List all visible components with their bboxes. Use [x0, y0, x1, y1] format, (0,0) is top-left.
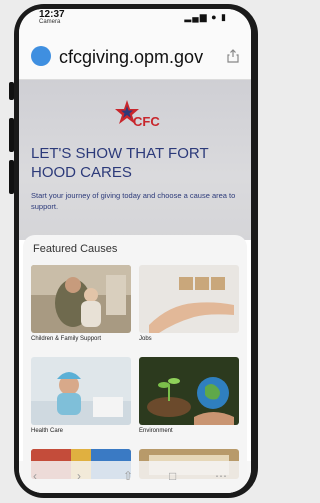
cause-label: Environment: [139, 428, 173, 434]
cause-card-children-family[interactable]: Children & Family Support: [31, 265, 131, 342]
mute-switch: [9, 82, 14, 100]
cause-image-jobs: [139, 265, 239, 333]
featured-causes-panel: Featured Causes Children & Family Suppor…: [23, 235, 247, 493]
volume-down-button: [9, 160, 14, 194]
featured-causes-heading: Featured Causes: [33, 243, 118, 255]
share-icon[interactable]: [227, 49, 239, 63]
cause-image-children-family: [31, 265, 131, 333]
volume-up-button: [9, 118, 14, 152]
url-text[interactable]: cfcgiving.opm.gov: [59, 47, 203, 68]
hero-title: LET'S SHOW THAT FORT HOOD CARES: [31, 145, 209, 181]
share-toolbar-icon[interactable]: ⇧: [123, 469, 133, 483]
hero-subtitle: Start your journey of giving today and c…: [31, 191, 236, 211]
camera-label: Camera: [39, 19, 61, 25]
signal-wifi-battery-icon: ▂▄▆ ● ▮: [184, 12, 227, 22]
cause-card-environment[interactable]: Environment: [139, 357, 239, 434]
back-icon[interactable]: ‹: [33, 469, 37, 483]
cause-card-jobs[interactable]: Jobs: [139, 265, 239, 342]
tabs-icon[interactable]: ⋯: [215, 469, 227, 483]
cause-image-health-care: [31, 357, 131, 425]
cause-label: Jobs: [139, 336, 152, 342]
cfc-logo: CFC: [115, 100, 160, 129]
cause-label: Children & Family Support: [31, 336, 102, 342]
browser-toolbar: ‹ › ⇧ □ ⋯: [19, 461, 251, 493]
logo-text: CFC: [133, 114, 160, 129]
phone-screen: 12:37 Camera ▂▄▆ ● ▮ cfcgiving.opm.gov C…: [19, 9, 251, 493]
browser-address-bar[interactable]: cfcgiving.opm.gov: [19, 35, 251, 80]
forward-icon[interactable]: ›: [77, 469, 81, 483]
cause-image-environment: [139, 357, 239, 425]
site-icon: [31, 46, 51, 66]
cause-card-health-care[interactable]: Health Care: [31, 357, 131, 434]
status-bar: 12:37 Camera ▂▄▆ ● ▮: [19, 9, 251, 35]
bookmarks-icon[interactable]: □: [169, 469, 176, 483]
cause-label: Health Care: [31, 428, 64, 434]
hero-banner: CFC LET'S SHOW THAT FORT HOOD CARES Star…: [19, 80, 251, 240]
